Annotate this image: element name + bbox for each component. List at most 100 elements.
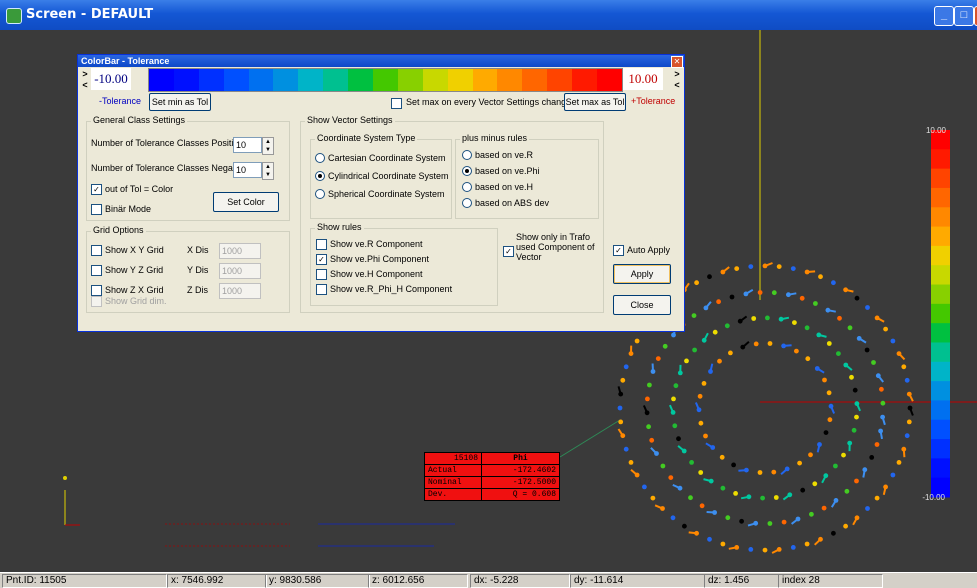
grid-options-legend: Grid Options <box>91 225 146 235</box>
grid-row-checkbox[interactable] <box>91 265 102 276</box>
measurement-point <box>777 264 782 269</box>
measurement-point <box>827 341 832 346</box>
neg-classes-spinner[interactable]: ▲▼ <box>262 162 274 180</box>
info-dev-label: Dev. <box>425 489 482 501</box>
deviation-vector <box>815 539 821 545</box>
plus-minus-group: plus minus rules based on ve.Rbased on v… <box>455 139 599 219</box>
grid-dis-label: Y Dis <box>187 265 208 275</box>
auto-apply-label: Auto Apply <box>627 245 670 255</box>
gradient-cell <box>298 69 323 91</box>
scale-max-label: 10.00 <box>926 126 947 135</box>
gradient-cell <box>497 69 522 91</box>
measurement-point <box>831 280 836 285</box>
measurement-point <box>774 495 779 500</box>
scale-color-step <box>931 400 950 420</box>
measurement-point <box>688 495 693 500</box>
measurement-point <box>721 542 726 547</box>
min-value: -10.00 <box>91 68 131 90</box>
pos-classes-input[interactable]: 10 <box>233 137 262 153</box>
grid-row-checkbox[interactable] <box>91 285 102 296</box>
deviation-vector <box>765 263 773 266</box>
pm-radio[interactable] <box>462 166 472 176</box>
measurement-point <box>758 470 763 475</box>
set-color-button[interactable]: Set Color <box>213 192 279 212</box>
close-button[interactable]: Close <box>613 295 671 315</box>
pm-radio[interactable] <box>462 198 472 208</box>
pm-radio[interactable] <box>462 182 472 192</box>
gradient-cell <box>473 69 498 91</box>
deviation-vector <box>781 469 787 474</box>
trafo-checkbox[interactable]: ✓ <box>503 246 514 257</box>
measurement-point <box>836 351 841 356</box>
pm-radio[interactable] <box>462 150 472 160</box>
out-of-tol-checkbox[interactable]: ✓ <box>91 184 102 195</box>
show-grid-dim-checkbox[interactable] <box>91 296 102 307</box>
gradient-cell <box>448 69 473 91</box>
rule-checkbox[interactable] <box>316 269 327 280</box>
rule-label: Show ve.R_Phi_H Component <box>330 284 452 294</box>
auto-apply-checkbox[interactable]: ✓ <box>613 245 624 256</box>
min-increase-arrow[interactable]: > <box>80 69 90 79</box>
measurement-point <box>698 470 703 475</box>
trafo-label: Show only in Trafo used Component of Vec… <box>516 232 602 262</box>
grid-row-label: Show Z X Grid <box>105 285 164 295</box>
deviation-vector <box>696 403 699 410</box>
measurement-point <box>721 486 726 491</box>
measurement-point <box>865 305 870 310</box>
coord-radio[interactable] <box>315 189 325 199</box>
scale-color-step <box>931 420 950 440</box>
set-min-button[interactable]: Set min as Tol <box>149 93 211 111</box>
status-point-id: Pnt.ID: 11505 <box>2 574 167 588</box>
measurement-point <box>618 420 623 425</box>
set-max-every-checkbox[interactable] <box>391 98 402 109</box>
deviation-vector <box>689 532 697 533</box>
neg-classes-input[interactable]: 10 <box>233 162 262 178</box>
min-decrease-arrow[interactable]: < <box>80 80 90 90</box>
measurement-point <box>792 320 797 325</box>
general-class-legend: General Class Settings <box>91 115 187 125</box>
scale-color-step <box>931 265 950 285</box>
measurement-point <box>671 515 676 520</box>
deviation-vector <box>881 431 882 439</box>
measurement-point <box>699 421 704 426</box>
apply-button[interactable]: Apply <box>613 264 671 284</box>
measurement-point <box>676 436 681 441</box>
scale-color-step <box>931 362 950 382</box>
set-max-button[interactable]: Set max as Tol <box>564 93 626 111</box>
coord-radio[interactable] <box>315 171 325 181</box>
measurement-point <box>822 378 827 383</box>
measurement-point <box>624 364 629 369</box>
grid-dis-input[interactable]: 1000 <box>219 283 261 299</box>
grid-dis-input[interactable]: 1000 <box>219 263 261 279</box>
measurement-point <box>645 397 650 402</box>
measurement-point <box>875 442 880 447</box>
coord-radio[interactable] <box>315 153 325 163</box>
binar-mode-checkbox[interactable] <box>91 204 102 215</box>
rule-checkbox[interactable]: ✓ <box>316 254 327 265</box>
minimize-button[interactable]: _ <box>934 6 954 26</box>
measurement-point <box>848 325 853 330</box>
rule-checkbox[interactable] <box>316 284 327 295</box>
pos-classes-spinner[interactable]: ▲▼ <box>262 137 274 155</box>
measurement-point <box>854 415 859 420</box>
scale-color-step <box>931 149 950 169</box>
max-increase-arrow[interactable]: > <box>672 69 682 79</box>
rule-checkbox[interactable] <box>316 239 327 250</box>
coord-label: Spherical Coordinate System <box>328 189 445 199</box>
maximize-button[interactable]: □ <box>954 6 974 26</box>
dialog-close-icon[interactable]: ✕ <box>671 56 683 68</box>
measurement-point <box>845 489 850 494</box>
status-index: index 28 <box>778 574 883 588</box>
out-of-tol-label: out of Tol = Color <box>105 184 173 194</box>
grid-row-checkbox[interactable] <box>91 245 102 256</box>
measurement-point <box>800 488 805 493</box>
max-decrease-arrow[interactable]: < <box>672 80 682 90</box>
measurement-point <box>624 447 629 452</box>
gradient-cell <box>174 69 199 91</box>
grid-dis-input[interactable]: 1000 <box>219 243 261 259</box>
measurement-point <box>865 348 870 353</box>
dialog-title: ColorBar - Tolerance <box>78 55 684 67</box>
measurement-point <box>837 316 842 321</box>
deviation-vector <box>899 354 905 360</box>
pm-label: based on ABS dev <box>475 198 549 208</box>
